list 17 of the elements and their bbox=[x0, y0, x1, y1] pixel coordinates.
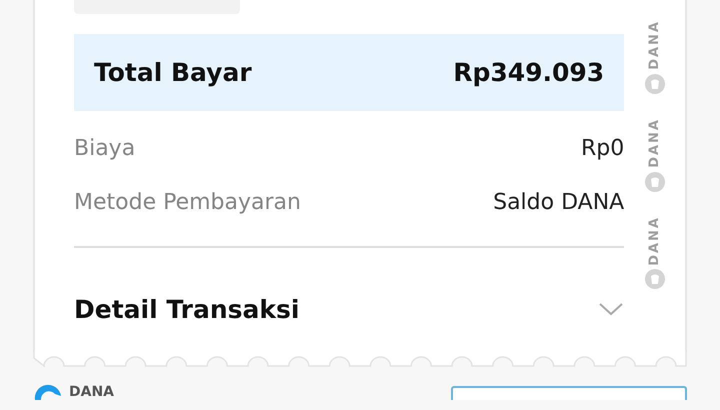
detail-label: Biaya bbox=[74, 136, 136, 160]
total-amount: Rp349.093 bbox=[453, 58, 604, 87]
logo-icon bbox=[644, 269, 665, 290]
logo-icon bbox=[644, 74, 665, 94]
watermark-text: DANA bbox=[647, 216, 662, 266]
watermark-text: DANA bbox=[647, 118, 662, 168]
total-label: Total Bayar bbox=[94, 58, 252, 87]
detail-value: Saldo DANA bbox=[493, 190, 624, 214]
detail-label: Metode Pembayaran bbox=[74, 190, 301, 214]
outline-button[interactable] bbox=[451, 386, 687, 400]
detail-value: Rp0 bbox=[580, 136, 624, 160]
brand-name: DANA bbox=[69, 384, 114, 400]
watermark-text: DANA bbox=[647, 20, 662, 70]
detail-transaction-toggle[interactable]: Detail Transaksi bbox=[74, 280, 624, 338]
chevron-down-icon bbox=[598, 301, 624, 317]
logo-icon bbox=[33, 384, 63, 400]
logo-icon bbox=[644, 172, 665, 192]
